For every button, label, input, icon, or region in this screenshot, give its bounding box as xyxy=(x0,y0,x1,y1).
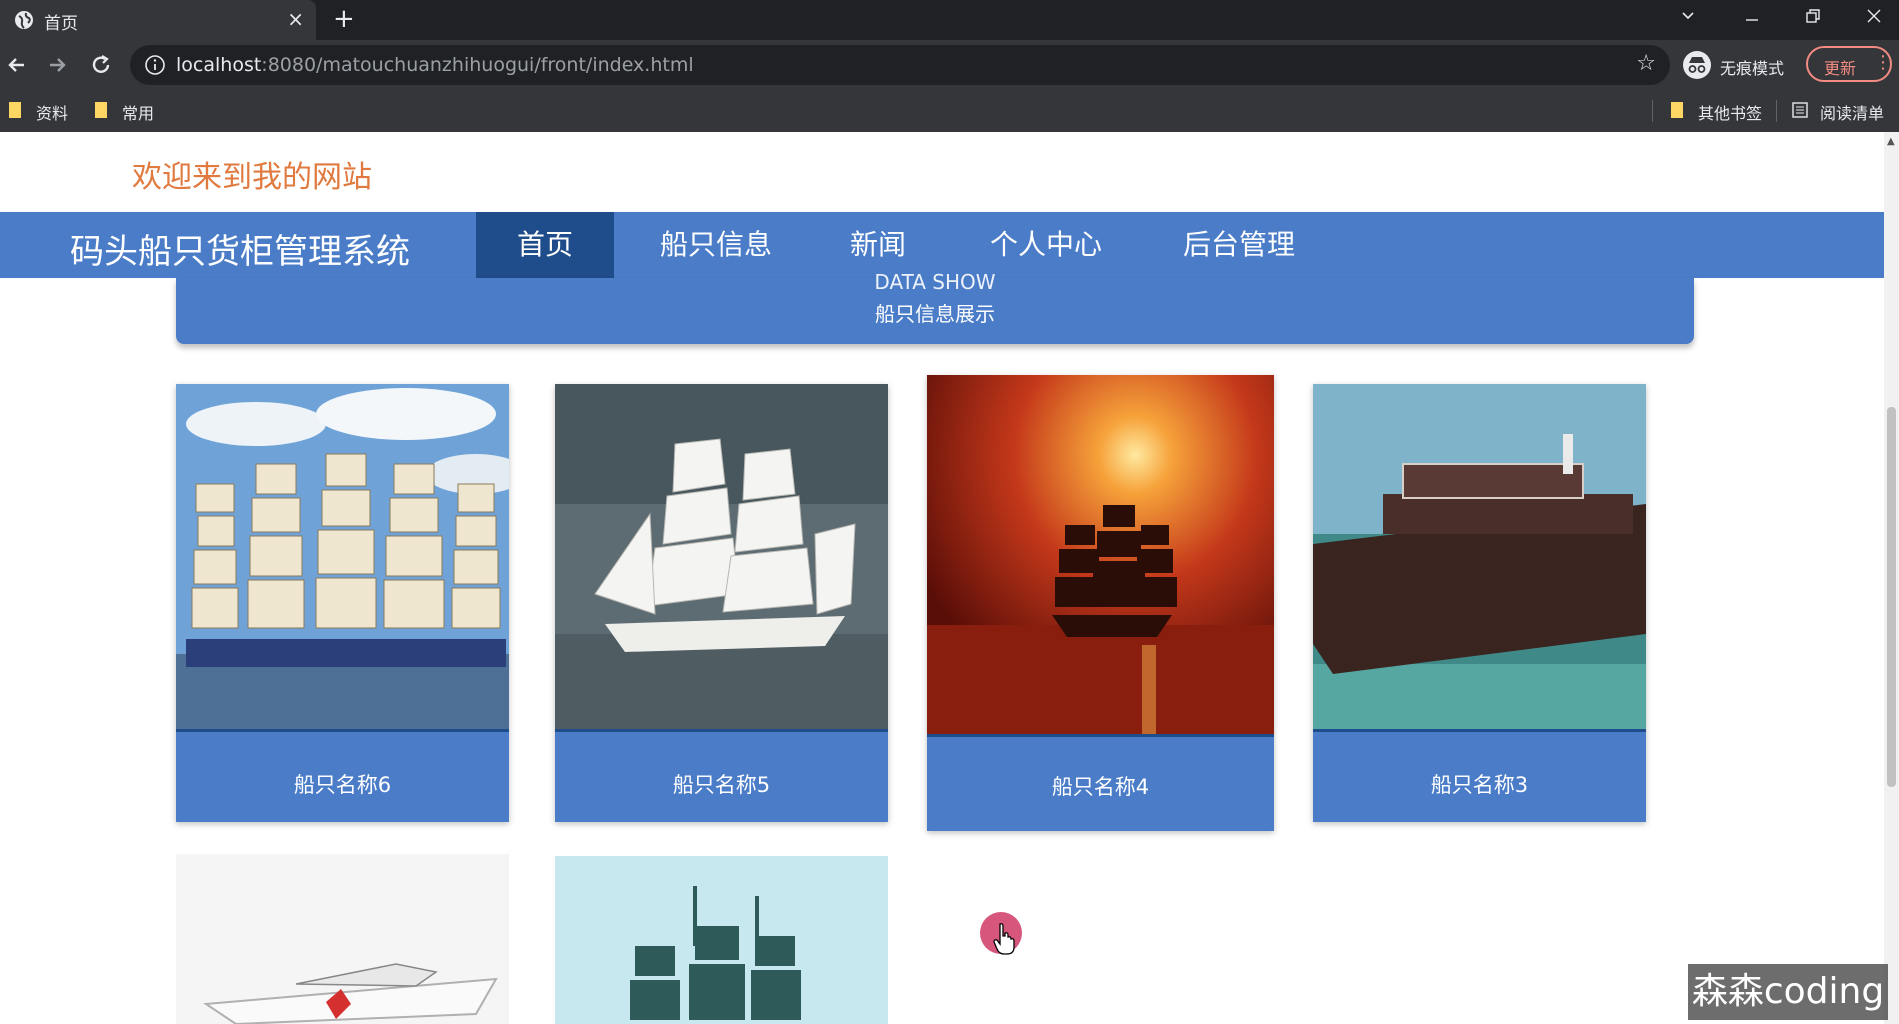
welcome-text: 欢迎来到我的网站 xyxy=(132,160,372,195)
ship-card[interactable]: 船只名称3 xyxy=(1313,384,1646,822)
bookmarks-divider xyxy=(1776,100,1777,122)
tab-title: 首页 xyxy=(44,14,78,34)
section-title-cn: 船只信息展示 xyxy=(875,302,995,326)
close-window-icon[interactable] xyxy=(1866,8,1882,24)
scroll-up-icon[interactable]: ▲ xyxy=(1887,136,1895,147)
ship-name: 船只名称3 xyxy=(1430,773,1529,797)
address-bar[interactable]: localhost:8080/matouchuanzhihuogui/front… xyxy=(130,45,1670,85)
main-nav: 码头船只货柜管理系统 首页 船只信息 新闻 个人中心 后台管理 xyxy=(0,212,1884,278)
incognito-icon xyxy=(1683,51,1711,79)
browser-chrome: 首页 × + localhost:8080/matouchuanzhihuogu… xyxy=(0,0,1899,132)
update-label: 更新 xyxy=(1824,59,1857,78)
ship-card[interactable] xyxy=(176,854,509,1024)
update-button[interactable]: 更新 ⋮ xyxy=(1806,46,1892,82)
tab-close-icon[interactable]: × xyxy=(287,7,304,31)
info-icon[interactable] xyxy=(144,54,166,76)
ship-name: 船只名称4 xyxy=(1051,775,1150,799)
tab-search-icon[interactable] xyxy=(1680,8,1696,24)
page-scrollbar[interactable]: ▲ xyxy=(1884,132,1899,1024)
scrollbar-thumb[interactable] xyxy=(1887,407,1896,787)
forward-icon[interactable] xyxy=(42,50,72,80)
bookmarks-divider xyxy=(1652,100,1653,122)
bookmark-label: 常用 xyxy=(122,104,155,123)
folder-icon xyxy=(9,102,21,118)
nav-news[interactable]: 新闻 xyxy=(850,212,906,278)
section-title-en: DATA SHOW xyxy=(874,270,996,294)
ship-card[interactable] xyxy=(555,856,888,1024)
ship-name: 船只名称5 xyxy=(672,773,771,797)
new-tab-button[interactable]: + xyxy=(333,4,355,34)
tab-strip: 首页 × + xyxy=(0,0,1899,40)
section-header: DATA SHOW 船只信息展示 xyxy=(176,270,1694,344)
bookmarks-bar: 资料 常用 其他书签 阅读清单 xyxy=(0,90,1899,132)
ship-image xyxy=(927,375,1274,737)
watermark: 森森coding xyxy=(1688,964,1888,1020)
ship-card[interactable]: 船只名称6 xyxy=(176,384,509,822)
bookmark-label: 阅读清单 xyxy=(1820,104,1885,123)
folder-icon xyxy=(95,102,107,118)
restore-icon[interactable] xyxy=(1805,8,1821,24)
ship-name: 船只名称6 xyxy=(293,773,392,797)
more-menu-icon[interactable]: ⋮ xyxy=(1874,52,1892,73)
incognito-label: 无痕模式 xyxy=(1720,59,1785,78)
bookmark-label: 资料 xyxy=(36,104,69,123)
back-icon[interactable] xyxy=(2,50,32,80)
ship-card[interactable]: 船只名称5 xyxy=(555,384,888,822)
bookmark-label: 其他书签 xyxy=(1698,104,1763,123)
ship-image xyxy=(176,854,509,1024)
nav-ship-info[interactable]: 船只信息 xyxy=(660,212,772,278)
ship-card[interactable]: 船只名称4 xyxy=(927,375,1274,831)
reload-icon[interactable] xyxy=(86,50,116,80)
page-viewport: 欢迎来到我的网站 码头船只货柜管理系统 首页 船只信息 新闻 个人中心 后台管理… xyxy=(0,132,1884,1024)
incognito-indicator[interactable]: 无痕模式 xyxy=(1682,48,1792,82)
hand-cursor-icon xyxy=(993,923,1015,955)
bookmark-star-icon[interactable]: ☆ xyxy=(1636,51,1656,76)
nav-personal-center[interactable]: 个人中心 xyxy=(990,212,1102,278)
ship-image xyxy=(555,856,888,1024)
nav-home[interactable]: 首页 xyxy=(476,212,614,278)
ship-image xyxy=(176,384,509,732)
globe-icon xyxy=(15,11,33,29)
browser-toolbar: localhost:8080/matouchuanzhihuogui/front… xyxy=(0,40,1899,90)
browser-tab[interactable]: 首页 × xyxy=(0,0,316,40)
minimize-icon[interactable] xyxy=(1744,12,1760,28)
folder-icon xyxy=(1671,102,1683,118)
url-text: localhost:8080/matouchuanzhihuogui/front… xyxy=(176,54,694,76)
site-brand: 码头船只货柜管理系统 xyxy=(70,232,410,272)
reading-list-icon xyxy=(1792,102,1808,118)
ship-image xyxy=(555,384,888,732)
nav-admin[interactable]: 后台管理 xyxy=(1183,212,1295,278)
ship-image xyxy=(1313,384,1646,732)
